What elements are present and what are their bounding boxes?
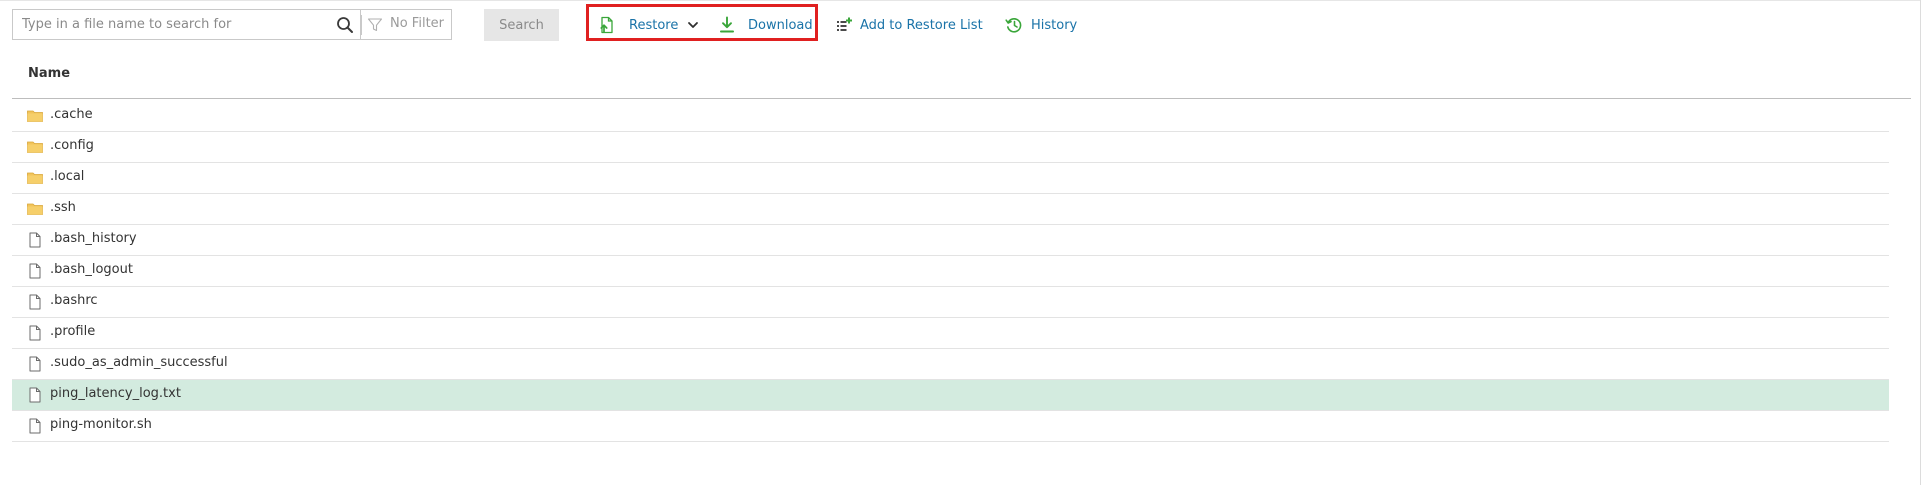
search-icon[interactable] — [336, 16, 354, 34]
file-name: .profile — [50, 324, 96, 339]
file-icon — [29, 263, 41, 279]
history-label: History — [1031, 17, 1078, 33]
chevron-down-icon[interactable] — [687, 20, 699, 30]
folder-icon — [27, 141, 43, 153]
table-row[interactable]: .local — [12, 163, 1889, 194]
table-row[interactable]: ping_latency_log.txt — [12, 380, 1889, 411]
download-button[interactable]: Download — [718, 9, 813, 41]
history-button[interactable]: History — [1005, 9, 1077, 41]
search-box — [12, 9, 361, 40]
add-to-list-icon — [837, 17, 852, 31]
restore-button[interactable]: Restore — [598, 9, 699, 41]
file-icon — [29, 294, 41, 310]
file-name: .bashrc — [50, 293, 98, 308]
header-divider — [12, 98, 1911, 99]
filter-dropdown[interactable]: No Filter — [361, 9, 452, 40]
add-to-restore-list-label: Add to Restore List — [860, 17, 983, 33]
filter-separator — [361, 15, 362, 35]
file-name: .config — [50, 138, 94, 153]
table-row[interactable]: .bashrc — [12, 287, 1889, 318]
file-name: .bash_history — [50, 231, 137, 246]
file-icon — [29, 325, 41, 341]
table-row[interactable]: .sudo_as_admin_successful — [12, 349, 1889, 380]
table-row[interactable]: .bash_history — [12, 225, 1889, 256]
file-name: .ssh — [50, 200, 76, 215]
history-icon — [1005, 18, 1022, 33]
file-icon — [29, 356, 41, 372]
table-row[interactable]: .profile — [12, 318, 1889, 349]
folder-icon — [27, 110, 43, 122]
folder-icon — [27, 172, 43, 184]
table-row[interactable]: ping-monitor.sh — [12, 411, 1889, 442]
table-row[interactable]: .ssh — [12, 194, 1889, 225]
restore-label: Restore — [629, 17, 679, 33]
vertical-scrollbar[interactable] — [1920, 0, 1932, 485]
file-icon — [29, 418, 41, 434]
download-icon — [720, 16, 734, 33]
add-to-restore-list-button[interactable]: Add to Restore List — [836, 9, 983, 41]
table-row[interactable]: .cache — [12, 101, 1889, 132]
column-header-name[interactable]: Name — [28, 66, 70, 81]
filter-icon — [367, 18, 383, 32]
filter-label: No Filter — [390, 16, 445, 31]
file-icon — [29, 387, 41, 403]
file-icon — [29, 232, 41, 248]
file-name: ping-monitor.sh — [50, 417, 152, 432]
search-input[interactable] — [13, 10, 343, 39]
file-name: .cache — [50, 107, 93, 122]
restore-icon — [600, 16, 613, 34]
download-label: Download — [748, 17, 813, 33]
table-row[interactable]: .bash_logout — [12, 256, 1889, 287]
file-name: .sudo_as_admin_successful — [50, 355, 228, 370]
top-border — [0, 0, 1932, 1]
file-name: ping_latency_log.txt — [50, 386, 181, 401]
search-button[interactable]: Search — [484, 9, 559, 41]
file-name: .local — [50, 169, 85, 184]
file-name: .bash_logout — [50, 262, 133, 277]
folder-icon — [27, 203, 43, 215]
file-list: .cache .config .local .ssh .bash_history .bas… — [12, 101, 1889, 442]
table-row[interactable]: .config — [12, 132, 1889, 163]
